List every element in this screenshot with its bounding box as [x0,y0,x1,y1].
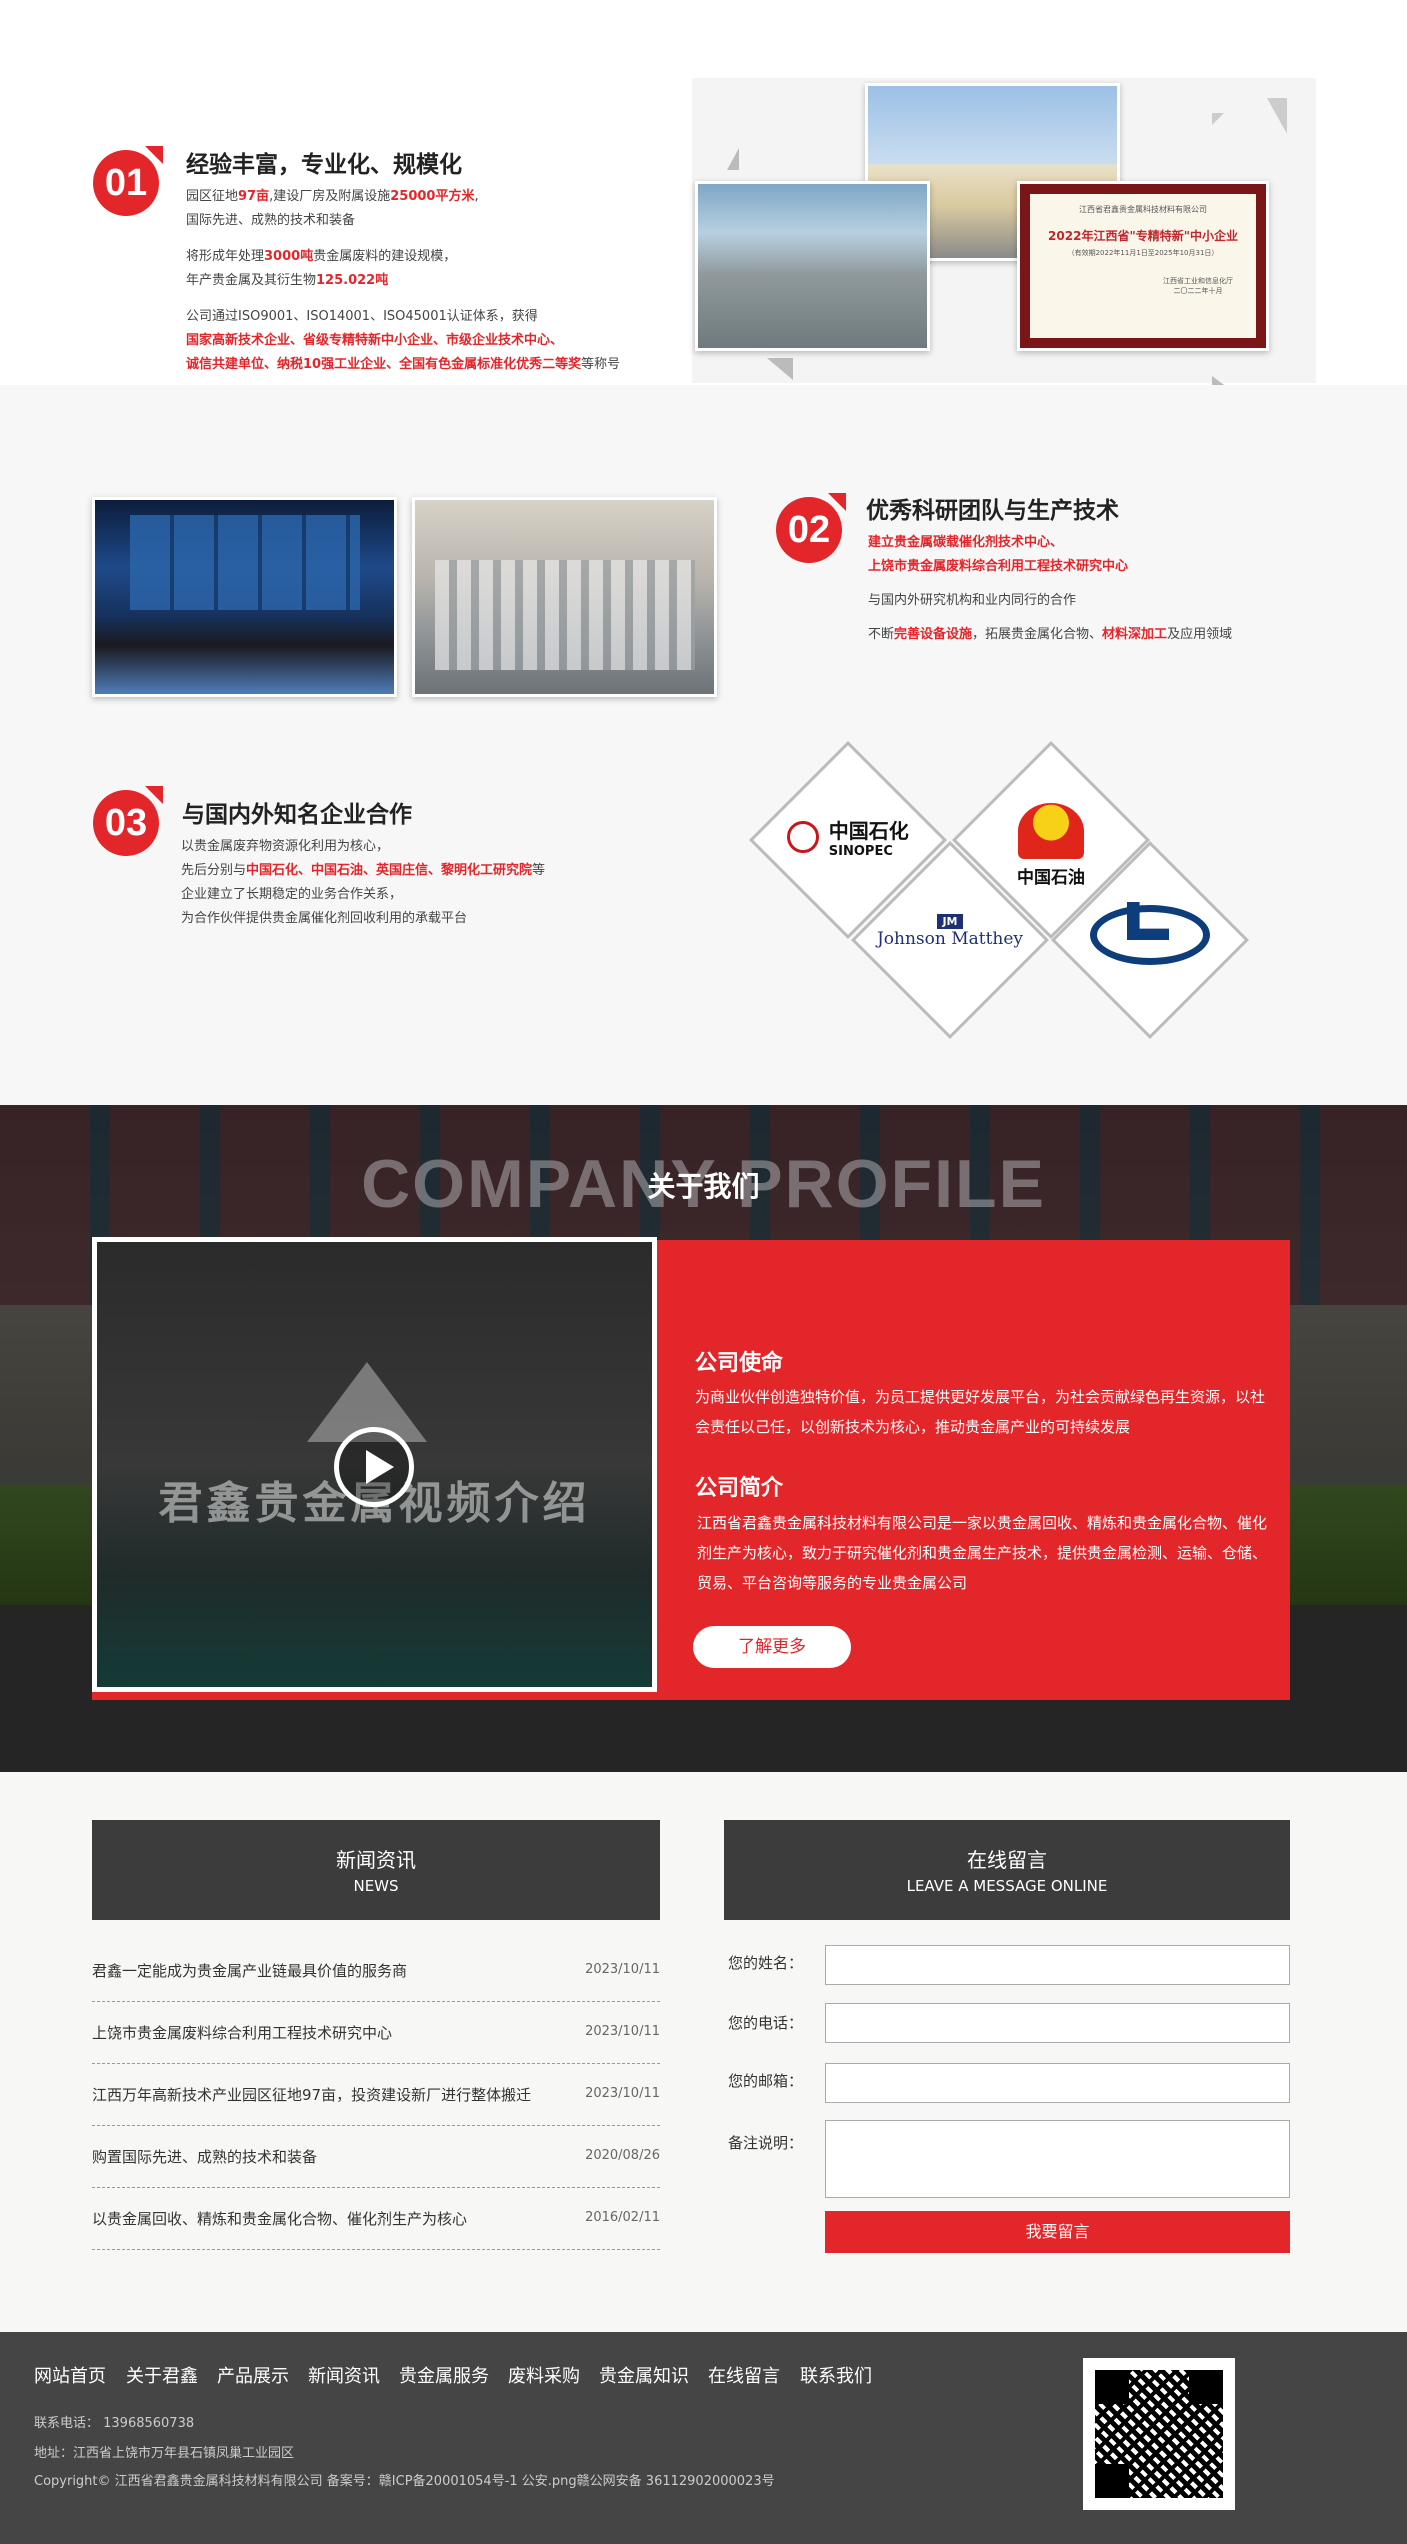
mission-title: 公司使命 [695,1351,784,1376]
decor-triangle [767,358,793,380]
certificate-title: 2022年江西省"专精特新"中小企业 [1048,229,1238,243]
news-header: 新闻资讯 NEWS [92,1820,660,1920]
sinopec-logo: 中国石化 SINOPEC [748,815,948,859]
about-video[interactable]: 君鑫贵金属视频介绍 [92,1237,657,1692]
email-field[interactable] [825,2063,1290,2103]
note-label: 备注说明： [728,2134,804,2152]
news-item[interactable]: 购置国际先进、成熟的技术和装备 2020/08/26 [92,2126,660,2188]
news-item[interactable]: 上饶市贵金属废料综合利用工程技术研究中心 2023/10/11 [92,2002,660,2064]
section-news-message: 新闻资讯 NEWS 君鑫一定能成为贵金属产业链最具价值的服务商 2023/10/1… [0,1772,1407,2332]
qr-code [1083,2358,1235,2510]
certificate-issuer: 江西省工业和信息化厅 [1163,277,1233,285]
footer-nav-news[interactable]: 新闻资讯 [308,2362,380,2388]
footer-nav-services[interactable]: 贵金属服务 [399,2362,489,2388]
footer-nav-message[interactable]: 在线留言 [708,2362,780,2388]
plant-equipment-photo [695,181,930,351]
footer-copyright: Copyright© 江西省君鑫贵金属科技材料有限公司 备案号：赣ICP备200… [34,2474,775,2489]
news-item[interactable]: 君鑫一定能成为贵金属产业链最具价值的服务商 2023/10/11 [92,1940,660,2002]
lm-logo [1050,902,1250,965]
message-subtitle: LEAVE A MESSAGE ONLINE [906,1877,1108,1895]
footer-nav-contact[interactable]: 联系我们 [800,2362,872,2388]
intro-text: 江西省君鑫贵金属科技材料有限公司是一家以贵金属回收、精炼和贵金属化合物、催化剂生… [697,1514,1268,1592]
learn-more-button[interactable]: 了解更多 [693,1626,851,1668]
certificate-photo: 江西省君鑫贵金属科技材料有限公司 2022年江西省"专精特新"中小企业 （有效期… [1017,181,1269,351]
phone-label: 您的电话： [728,2014,804,2032]
section-text: 园区征地97亩,建设厂房及附属设施25000平方米, 国际先进、成熟的技术和装备… [186,189,621,372]
section-title: 经验丰富，专业化、规模化 [186,152,462,178]
production-line-photo [412,497,717,697]
news-item[interactable]: 江西万年高新技术产业园区征地97亩，投资建设新厂进行整体搬迁 2023/10/11 [92,2064,660,2126]
sinopec-emblem-icon [787,821,820,853]
section-about: COMPANY PROFILE 关于我们 君鑫贵金属视频介绍 公司使命 为商业伙… [0,1105,1407,1772]
name-field[interactable] [825,1945,1290,1985]
name-label: 您的姓名： [728,1954,804,1972]
play-icon[interactable] [334,1427,414,1507]
footer: 网站首页 关于君鑫 产品展示 新闻资讯 贵金属服务 废料采购 贵金属知识 在线留… [0,2332,1407,2544]
section-number: 03 [93,790,159,856]
lm-emblem-icon [1090,902,1210,965]
note-field[interactable] [825,2120,1290,2198]
cnpc-logo: 中国石油 [951,803,1151,888]
section-research: 02 优秀科研团队与生产技术 建立贵金属碳载催化剂技术中心、 上饶市贵金属废料综… [0,385,1407,1105]
section-text: 建立贵金属碳载催化剂技术中心、 上饶市贵金属废料综合利用工程技术研究中心 与国内… [868,535,1233,642]
decor-triangle [1212,113,1224,125]
section-number: 02 [776,497,842,563]
mission-text: 为商业伙伴创造独特价值，为员工提供更好发展平台，为社会贡献绿色再生资源，以社会责… [695,1388,1266,1436]
footer-nav-home[interactable]: 网站首页 [34,2362,106,2388]
news-title: 新闻资讯 [336,1848,416,1872]
footer-address: 地址：江西省上饶市万年县石镇凤巢工业园区 [34,2446,295,2461]
section-number: 01 [93,150,159,216]
johnson-matthey-logo: JM Johnson Matthey [876,914,1024,949]
cnpc-emblem-icon [1018,803,1084,859]
section-title: 与国内外知名企业合作 [182,802,412,828]
phone-field[interactable] [825,2003,1290,2043]
footer-nav-purchase[interactable]: 废料采购 [508,2362,580,2388]
footer-phone: 联系电话： 13968560738 [34,2416,195,2431]
intro-title: 公司简介 [695,1476,784,1501]
section-title: 优秀科研团队与生产技术 [866,498,1119,524]
submit-message-button[interactable]: 我要留言 [825,2211,1290,2253]
news-item[interactable]: 以贵金属回收、精炼和贵金属化合物、催化剂生产为核心 2016/02/11 [92,2188,660,2250]
footer-nav-products[interactable]: 产品展示 [217,2362,289,2388]
message-title: 在线留言 [967,1848,1047,1872]
decor-triangle [727,148,739,170]
news-subtitle: NEWS [353,1877,399,1895]
section-experience: 01 经验丰富，专业化、规模化 园区征地97亩,建设厂房及附属设施25000平方… [0,0,1407,394]
control-room-photo [92,497,397,697]
message-header: 在线留言 LEAVE A MESSAGE ONLINE [724,1820,1290,1920]
certificate-date: 二〇二二年十月 [1173,287,1223,295]
certificate-company: 江西省君鑫贵金属科技材料有限公司 [1079,205,1207,214]
email-label: 您的邮箱： [728,2072,804,2090]
section-text: 以贵金属废弃物资源化利用为核心， 先后分别与中国石化、中国石油、英国庄信、黎明化… [181,839,546,926]
decor-triangle [1267,98,1287,134]
footer-nav-about[interactable]: 关于君鑫 [126,2362,198,2388]
about-title: 关于我们 [647,1170,760,1203]
certificate-validity: （有效期2022年11月1日至2025年10月31日） [1067,249,1219,257]
footer-nav-knowledge[interactable]: 贵金属知识 [599,2362,689,2388]
photo-collage: 江西省君鑫贵金属科技材料有限公司 2022年江西省"专精特新"中小企业 （有效期… [692,78,1316,394]
